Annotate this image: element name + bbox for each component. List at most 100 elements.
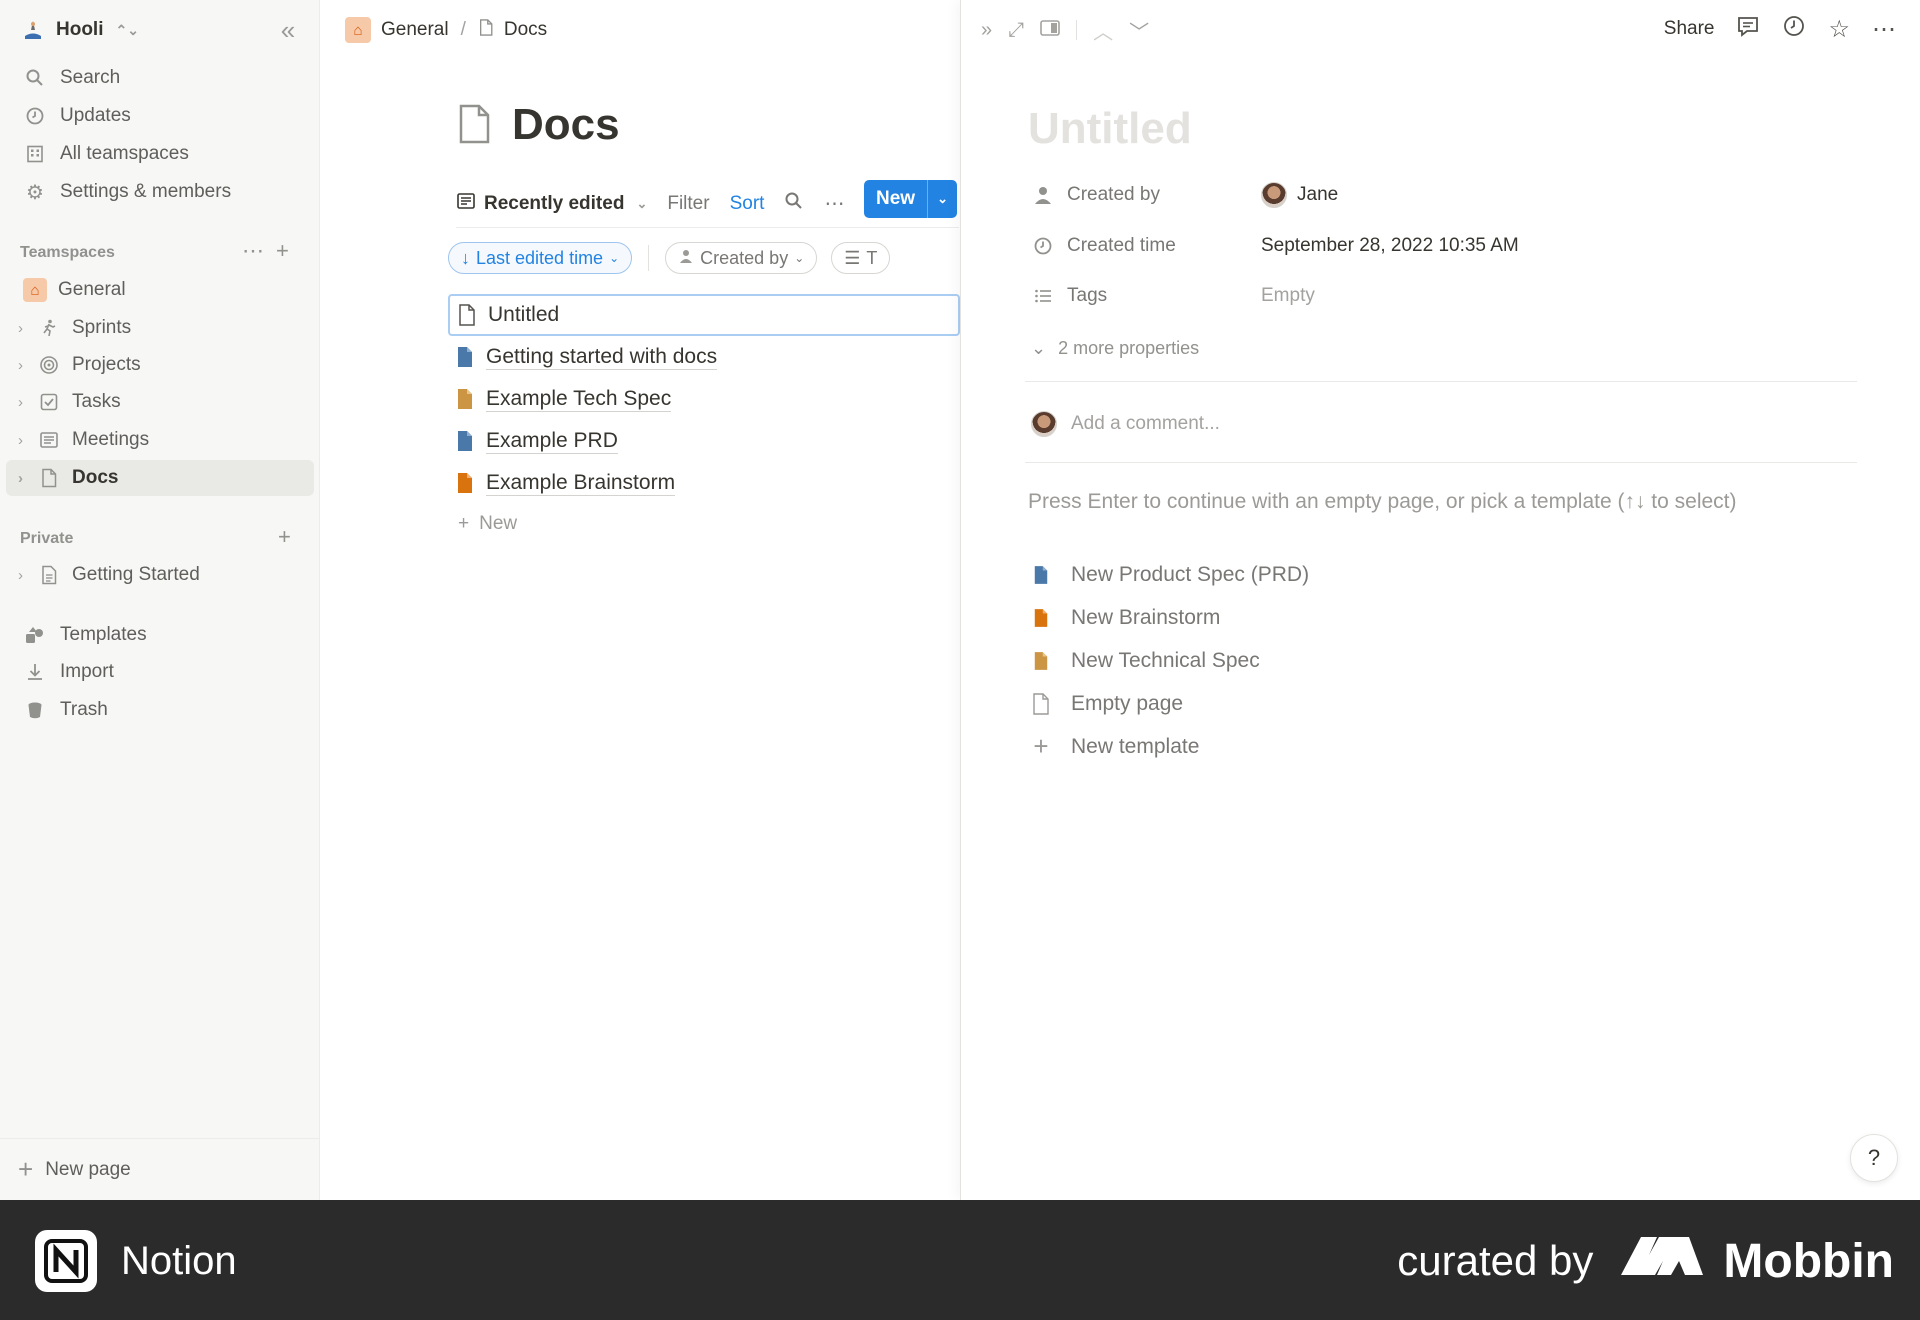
private-section-label: Private — [20, 530, 74, 547]
chevron-right-icon[interactable]: › — [18, 394, 36, 411]
plus-icon[interactable]: + — [276, 238, 289, 264]
sidebar-item-sprints[interactable]: › Sprints — [6, 310, 314, 346]
doc-icon — [1031, 565, 1051, 585]
new-page-button[interactable]: + New page — [0, 1138, 320, 1200]
search-icon[interactable] — [784, 191, 804, 217]
page-icon[interactable] — [456, 103, 494, 147]
page-title-placeholder[interactable]: Untitled — [1028, 104, 1192, 154]
sidebar-item-projects[interactable]: › Projects — [6, 347, 314, 383]
sidebar-item-label: Templates — [60, 624, 147, 645]
sidebar-item-label: Docs — [72, 467, 119, 488]
property-tags[interactable]: Tags Empty — [1031, 278, 1831, 314]
comment-placeholder: Add a comment... — [1071, 413, 1220, 434]
sidebar-item-trash[interactable]: Trash — [6, 692, 314, 728]
side-peek-panel: » ⤢ ︿ ﹀ Share ☆ ⋯ Untitled Created by Ja… — [960, 0, 1920, 1200]
template-label: Empty page — [1071, 691, 1184, 715]
sidebar-item-search[interactable]: Search — [6, 60, 314, 96]
view-tab-recently-edited[interactable]: Recently edited ⌄ — [456, 191, 647, 217]
history-clock-icon[interactable] — [1782, 14, 1806, 45]
home-icon: ⌂ — [22, 277, 48, 303]
workspace-switcher[interactable]: Hooli ⌃⌄ — [20, 14, 139, 46]
comment-icon[interactable] — [1736, 14, 1760, 45]
home-icon: ⌂ — [345, 17, 371, 43]
sidebar-item-docs[interactable]: › Docs — [6, 460, 314, 496]
doc-icon — [458, 347, 472, 367]
peek-topbar-actions: Share ☆ ⋯ — [1664, 12, 1896, 46]
app-brand: Notion — [35, 1230, 237, 1292]
list-item[interactable]: Example PRD — [448, 420, 960, 462]
plus-icon[interactable]: + — [278, 524, 291, 550]
sidebar-item-import[interactable]: Import — [6, 654, 314, 690]
new-record-button[interactable]: New ⌄ — [864, 180, 958, 218]
sidebar-item-getting-started[interactable]: › Getting Started — [6, 557, 314, 593]
chevron-up-icon[interactable]: ︿ — [1093, 16, 1113, 45]
download-icon — [22, 659, 48, 685]
gear-icon: ⚙ — [26, 181, 44, 204]
chevron-right-icon[interactable]: › — [18, 567, 36, 584]
list-item[interactable]: Example Tech Spec — [448, 378, 960, 420]
template-item-prd[interactable]: New Product Spec (PRD) — [1031, 553, 1309, 596]
arrow-down-icon: ↓ — [461, 247, 470, 268]
docs-list: Untitled Getting started with docs Examp… — [448, 294, 960, 544]
breadcrumb-item-general[interactable]: General — [381, 19, 449, 41]
list-item[interactable]: Untitled — [448, 294, 960, 336]
property-created-time[interactable]: Created time September 28, 2022 10:35 AM — [1031, 228, 1831, 264]
sidebar-item-updates[interactable]: Updates — [6, 98, 314, 134]
page-title[interactable]: Docs — [512, 100, 620, 150]
sidebar-item-meetings[interactable]: › Meetings — [6, 422, 314, 458]
more-horizontal-icon[interactable]: ⋯ — [824, 191, 844, 216]
search-icon — [22, 65, 48, 91]
expand-icon[interactable]: ⤢ — [1008, 19, 1024, 42]
chevron-down-icon[interactable]: ﹀ — [1129, 16, 1149, 45]
sort-chip[interactable]: ↓ Last edited time ⌄ — [448, 242, 633, 274]
filter-button[interactable]: Filter — [667, 193, 709, 215]
template-item-new-template[interactable]: + New template — [1031, 725, 1309, 768]
star-icon[interactable]: ☆ — [1828, 15, 1850, 44]
add-new-row-button[interactable]: + New — [448, 504, 960, 544]
comment-input[interactable]: Add a comment... — [1031, 406, 1220, 442]
sidebar-item-general[interactable]: ⌂ General — [6, 272, 314, 308]
help-button[interactable]: ? — [1850, 1134, 1898, 1182]
more-horizontal-icon[interactable]: ⋯ — [1872, 15, 1896, 44]
peek-mode-icon[interactable] — [1040, 19, 1060, 42]
list-item[interactable]: Example Brainstorm — [448, 462, 960, 504]
doc-icon — [458, 389, 472, 409]
private-actions: + — [278, 524, 291, 550]
notes-icon — [36, 427, 62, 453]
chevron-right-icon[interactable]: › — [18, 357, 36, 374]
property-created-by[interactable]: Created by Jane — [1031, 177, 1831, 213]
template-label: New Brainstorm — [1071, 605, 1221, 629]
collapse-sidebar-button[interactable]: « — [272, 14, 304, 46]
chevron-right-icon[interactable]: › — [18, 432, 36, 449]
sidebar-item-all-teamspaces[interactable]: All teamspaces — [6, 136, 314, 172]
sidebar-item-label: Getting Started — [72, 564, 200, 585]
divider — [648, 245, 650, 271]
sidebar-item-label: Updates — [60, 105, 131, 126]
template-item-empty-page[interactable]: Empty page — [1031, 682, 1309, 725]
new-button-label[interactable]: New — [864, 180, 927, 218]
tags-value[interactable]: Empty — [1261, 285, 1315, 307]
property-label: Created by — [1067, 184, 1160, 205]
sidebar-item-label: Tasks — [72, 391, 121, 412]
sort-button[interactable]: Sort — [730, 193, 765, 215]
sidebar-item-templates[interactable]: Templates — [6, 617, 314, 653]
avatar — [1031, 411, 1057, 437]
more-horizontal-icon[interactable]: ⋯ — [242, 238, 264, 264]
sidebar-item-settings[interactable]: ⚙ Settings & members — [6, 174, 314, 210]
runner-icon — [36, 315, 62, 341]
template-item-brainstorm[interactable]: New Brainstorm — [1031, 596, 1309, 639]
chevron-right-icon[interactable]: › — [18, 470, 36, 487]
share-button[interactable]: Share — [1664, 18, 1715, 40]
list-item[interactable]: Getting started with docs — [448, 336, 960, 378]
breadcrumb-item-docs[interactable]: Docs — [504, 19, 547, 41]
close-peek-icon[interactable]: » — [981, 19, 992, 42]
chevron-down-icon[interactable]: ⌄ — [927, 180, 957, 218]
sidebar-item-tasks[interactable]: › Tasks — [6, 384, 314, 420]
template-item-tech-spec[interactable]: New Technical Spec — [1031, 639, 1309, 682]
tags-chip[interactable]: ☰ T — [831, 242, 891, 274]
created-by-chip[interactable]: Created by ⌄ — [665, 242, 818, 274]
blank-page-icon — [1031, 692, 1051, 715]
sidebar-item-label: All teamspaces — [60, 143, 189, 164]
chevron-right-icon[interactable]: › — [18, 320, 36, 337]
more-properties-toggle[interactable]: ⌄ 2 more properties — [1031, 330, 1199, 366]
